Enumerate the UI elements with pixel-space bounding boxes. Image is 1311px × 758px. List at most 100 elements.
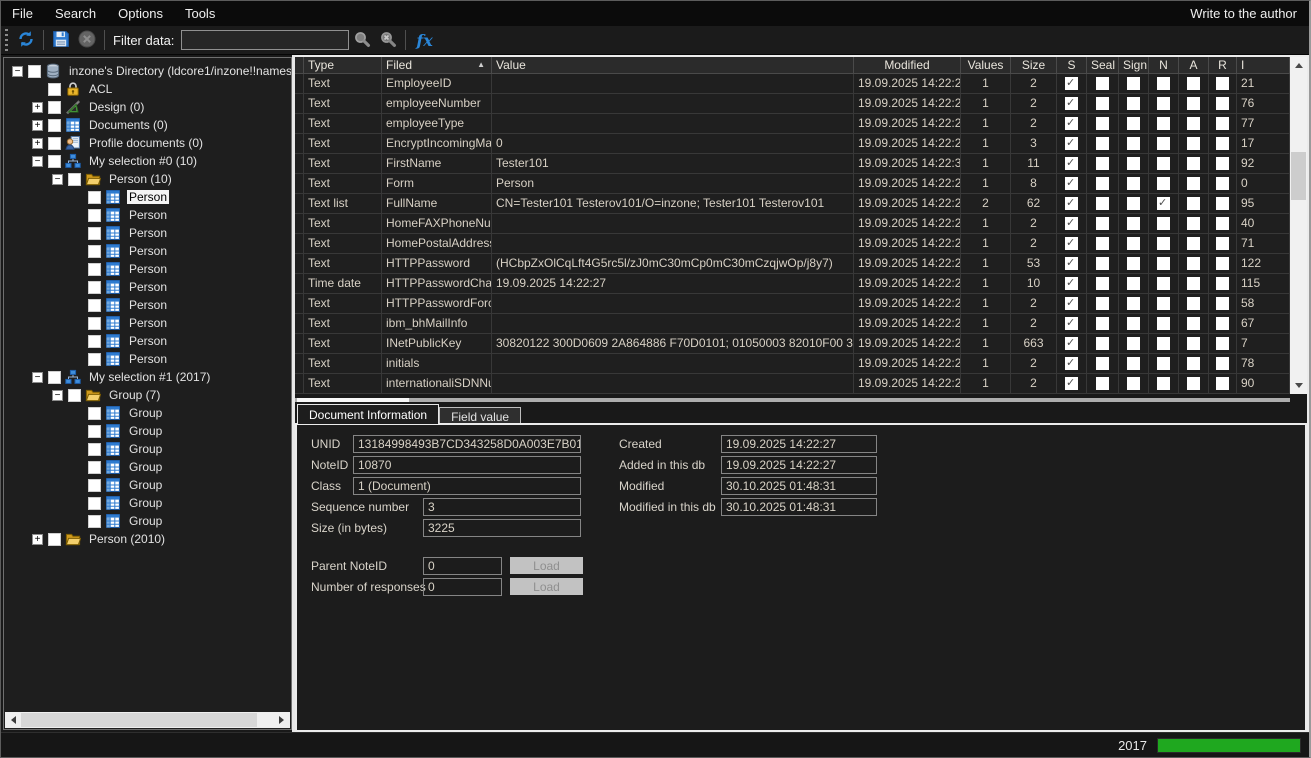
tree-checkbox[interactable] — [48, 83, 61, 96]
tree-node[interactable]: −inzone's Directory (ldcore1/inzone!!nam… — [4, 62, 291, 80]
n-checkbox[interactable] — [1157, 77, 1170, 90]
tree-checkbox[interactable] — [88, 353, 101, 366]
column-header-values[interactable]: Values — [961, 57, 1011, 74]
a-checkbox[interactable] — [1187, 157, 1200, 170]
seal-checkbox[interactable] — [1096, 317, 1109, 330]
sign-checkbox[interactable] — [1127, 277, 1140, 290]
grid-row[interactable]: TextemployeeNumber19.09.2025 14:22:27127… — [295, 94, 1290, 114]
n-checkbox[interactable] — [1157, 317, 1170, 330]
a-checkbox[interactable] — [1187, 237, 1200, 250]
r-checkbox[interactable] — [1216, 77, 1229, 90]
a-checkbox[interactable] — [1187, 97, 1200, 110]
seal-checkbox[interactable] — [1096, 377, 1109, 390]
field-value-input[interactable]: 13184998493B7CD343258D0A003E7B01 — [353, 435, 581, 453]
sign-checkbox[interactable] — [1127, 77, 1140, 90]
r-checkbox[interactable] — [1216, 237, 1229, 250]
tree-checkbox[interactable] — [48, 371, 61, 384]
seal-checkbox[interactable] — [1096, 337, 1109, 350]
s-checkbox[interactable] — [1065, 377, 1078, 390]
field-value-input[interactable]: 30.10.2025 01:48:31 — [721, 498, 877, 516]
column-header-seal[interactable]: Seal — [1087, 57, 1119, 74]
column-header-s[interactable]: S — [1057, 57, 1087, 74]
r-checkbox[interactable] — [1216, 117, 1229, 130]
r-checkbox[interactable] — [1216, 297, 1229, 310]
n-checkbox[interactable] — [1157, 137, 1170, 150]
tree-checkbox[interactable] — [88, 245, 101, 258]
tree-checkbox[interactable] — [48, 119, 61, 132]
menu-search[interactable]: Search — [44, 6, 107, 21]
sign-checkbox[interactable] — [1127, 377, 1140, 390]
a-checkbox[interactable] — [1187, 357, 1200, 370]
tree-node[interactable]: Person — [4, 296, 291, 314]
r-checkbox[interactable] — [1216, 97, 1229, 110]
stop-button[interactable] — [74, 28, 100, 52]
tree-node[interactable]: Group — [4, 476, 291, 494]
grid-row[interactable]: Textibm_bhMailInfo19.09.2025 14:22:27126… — [295, 314, 1290, 334]
a-checkbox[interactable] — [1187, 317, 1200, 330]
toolbar-grip-handle[interactable] — [5, 29, 8, 51]
scrollbar-thumb[interactable] — [21, 713, 257, 727]
s-checkbox[interactable] — [1065, 257, 1078, 270]
tree-node[interactable]: ACL — [4, 80, 291, 98]
a-checkbox[interactable] — [1187, 137, 1200, 150]
sign-checkbox[interactable] — [1127, 297, 1140, 310]
grid-row[interactable]: TextFirstNameTester10119.09.2025 14:22:3… — [295, 154, 1290, 174]
tree-node[interactable]: Group — [4, 404, 291, 422]
grid-row[interactable]: TextEncryptIncomingMail019.09.2025 14:22… — [295, 134, 1290, 154]
tree-checkbox[interactable] — [48, 533, 61, 546]
column-header-filed[interactable]: Filed▲ — [382, 57, 492, 74]
grid-horizontal-scrollbar[interactable] — [295, 398, 1290, 402]
n-checkbox[interactable] — [1157, 157, 1170, 170]
menu-options[interactable]: Options — [107, 6, 174, 21]
scrollbar-thumb[interactable] — [297, 398, 409, 402]
tree-node[interactable]: Person — [4, 278, 291, 296]
s-checkbox[interactable] — [1065, 357, 1078, 370]
r-checkbox[interactable] — [1216, 217, 1229, 230]
r-checkbox[interactable] — [1216, 317, 1229, 330]
grid-row[interactable]: Text listFullNameCN=Tester101 Testerov10… — [295, 194, 1290, 214]
expand-icon[interactable]: + — [32, 102, 48, 113]
r-checkbox[interactable] — [1216, 257, 1229, 270]
s-checkbox[interactable] — [1065, 277, 1078, 290]
a-checkbox[interactable] — [1187, 257, 1200, 270]
tree-checkbox[interactable] — [88, 461, 101, 474]
tree-node[interactable]: +Profile documents (0) — [4, 134, 291, 152]
tree-checkbox[interactable] — [88, 299, 101, 312]
r-checkbox[interactable] — [1216, 357, 1229, 370]
a-checkbox[interactable] — [1187, 297, 1200, 310]
seal-checkbox[interactable] — [1096, 77, 1109, 90]
expand-icon[interactable]: + — [32, 120, 48, 131]
tree-node[interactable]: −Person (10) — [4, 170, 291, 188]
seal-checkbox[interactable] — [1096, 217, 1109, 230]
s-checkbox[interactable] — [1065, 137, 1078, 150]
grid-row[interactable]: TextEmployeeID19.09.2025 14:22:271221 — [295, 74, 1290, 94]
a-checkbox[interactable] — [1187, 277, 1200, 290]
field-value-input[interactable]: 0 — [423, 578, 502, 596]
scroll-down-icon[interactable] — [1290, 378, 1307, 394]
tree-checkbox[interactable] — [88, 281, 101, 294]
tree-node[interactable]: −My selection #0 (10) — [4, 152, 291, 170]
seal-checkbox[interactable] — [1096, 97, 1109, 110]
collapse-icon[interactable]: − — [52, 390, 68, 401]
field-value-input[interactable]: 1 (Document) — [353, 477, 581, 495]
refresh-button[interactable] — [13, 28, 39, 52]
r-checkbox[interactable] — [1216, 137, 1229, 150]
grid-row[interactable]: Textinitials19.09.2025 14:22:271278 — [295, 354, 1290, 374]
tree-checkbox[interactable] — [28, 65, 41, 78]
expand-icon[interactable]: + — [32, 534, 48, 545]
column-header-a[interactable]: A — [1179, 57, 1209, 74]
tree-node[interactable]: +Person (2010) — [4, 530, 291, 548]
tree-checkbox[interactable] — [88, 497, 101, 510]
filter-input[interactable] — [181, 30, 349, 50]
s-checkbox[interactable] — [1065, 117, 1078, 130]
s-checkbox[interactable] — [1065, 337, 1078, 350]
tree-checkbox[interactable] — [88, 317, 101, 330]
column-header-gutter[interactable] — [295, 57, 304, 74]
a-checkbox[interactable] — [1187, 197, 1200, 210]
column-header-value[interactable]: Value — [492, 57, 854, 74]
tree-checkbox[interactable] — [88, 407, 101, 420]
tree-checkbox[interactable] — [88, 515, 101, 528]
seal-checkbox[interactable] — [1096, 237, 1109, 250]
scroll-up-icon[interactable] — [1290, 57, 1307, 73]
grid-row[interactable]: TextemployeeType19.09.2025 14:22:271277 — [295, 114, 1290, 134]
